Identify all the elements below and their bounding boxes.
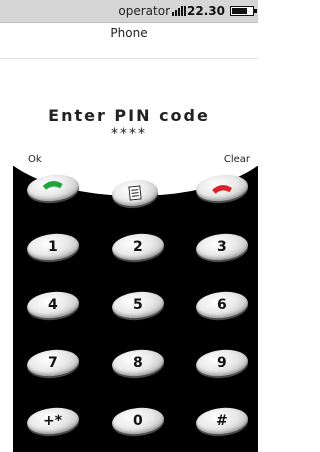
menu-icon <box>128 185 142 201</box>
title-divider <box>0 58 258 59</box>
signal-bars-icon <box>172 6 188 16</box>
pin-prompt: Enter PIN code <box>48 106 210 125</box>
call-icon <box>42 181 63 190</box>
end-call-icon <box>212 185 233 194</box>
battery-icon <box>230 6 257 16</box>
pin-masked-value: **** <box>111 126 147 142</box>
softkey-right-label[interactable]: Clear <box>224 154 250 165</box>
status-bar: operator 22.30 <box>0 0 258 23</box>
clock: 22.30 <box>187 4 225 18</box>
softkey-left-label[interactable]: Ok <box>28 154 42 165</box>
page-title: Phone <box>110 26 148 40</box>
operator-name: operator <box>118 4 170 18</box>
battery-level <box>232 8 247 14</box>
